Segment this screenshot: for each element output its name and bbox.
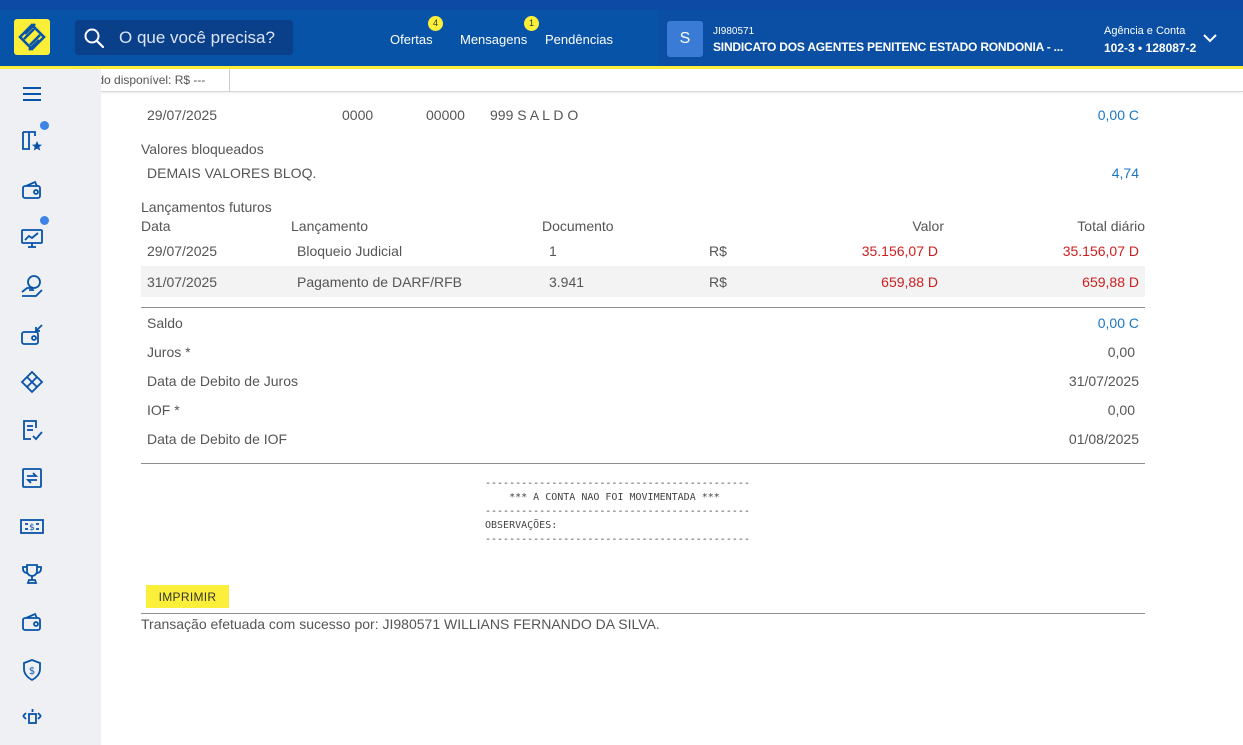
- user-name: SINDICATO DOS AGENTES PENITENC ESTADO RO…: [713, 40, 1064, 54]
- svg-text:$: $: [29, 666, 35, 677]
- avatar[interactable]: S: [667, 21, 703, 57]
- pix-icon[interactable]: [19, 369, 45, 395]
- summary-juros-label: Juros *: [147, 344, 191, 360]
- bb-logo[interactable]: [14, 19, 50, 55]
- row-date: 29/07/2025: [147, 243, 218, 259]
- transfer-icon[interactable]: [19, 465, 45, 491]
- search-box[interactable]: [75, 20, 293, 55]
- wallet-receive-icon[interactable]: [19, 322, 45, 348]
- divider: [141, 463, 1145, 464]
- nav-pendencias[interactable]: Pendências: [545, 32, 613, 47]
- loans-icon[interactable]: [19, 273, 45, 299]
- nav-mensagens[interactable]: Mensagens: [460, 32, 527, 47]
- investments-icon[interactable]: [19, 225, 45, 251]
- row-daily-total: 35.156,07 D: [1062, 243, 1139, 259]
- divider: [141, 613, 1145, 614]
- notes-dashes: ----------------------------------------…: [485, 534, 750, 545]
- user-account-box[interactable]: S JI980571 SINDICATO DOS AGENTES PENITEN…: [658, 10, 1243, 66]
- summary-iof-label: IOF *: [147, 402, 180, 418]
- summary-saldo-value: 0,00 C: [1097, 315, 1139, 331]
- saldo-code-2: 00000: [426, 107, 465, 123]
- summary-saldo-label: Saldo: [147, 315, 183, 331]
- col-header-lancamento: Lançamento: [291, 218, 369, 234]
- saldo-value: 0,00 C: [1097, 107, 1139, 123]
- balance-strip: Saldo disponível: R$ ---: [70, 69, 1243, 92]
- col-header-valor: Valor: [912, 218, 944, 234]
- user-id: JI980571: [713, 26, 755, 37]
- saldo-description: 999 S A L D O: [490, 107, 579, 123]
- notes-dashes: ----------------------------------------…: [485, 506, 750, 517]
- success-message: Transação efetuada com sucesso por: JI98…: [141, 616, 660, 632]
- row-date: 31/07/2025: [147, 274, 218, 290]
- saldo-code-1: 0000: [342, 107, 374, 123]
- saldo-date: 29/07/2025: [147, 107, 218, 123]
- summary-juros-value: 0,00: [1107, 344, 1135, 360]
- shield-icon[interactable]: $: [19, 657, 45, 683]
- chevron-down-icon[interactable]: [1202, 30, 1218, 46]
- notes-no-movement: *** A CONTA NAO FOI MOVIMENTADA ***: [485, 492, 720, 503]
- bb-logo-icon: [18, 23, 46, 51]
- summary-iof-date-label: Data de Debito de IOF: [147, 431, 288, 447]
- nav-ofertas[interactable]: Ofertas: [390, 32, 433, 47]
- ofertas-badge: 4: [428, 16, 443, 31]
- more-icon[interactable]: [19, 705, 45, 731]
- account-label: Agência e Conta: [1104, 25, 1186, 37]
- blocked-label: DEMAIS VALORES BLOQ.: [147, 165, 317, 181]
- document-check-icon[interactable]: [19, 417, 45, 443]
- menu-icon[interactable]: [19, 81, 45, 107]
- app-header: Ofertas 4 Mensagens 1 Pendências S JI980…: [0, 10, 1243, 66]
- investments-notification-dot: [40, 216, 49, 225]
- row-currency: R$: [709, 274, 727, 290]
- col-header-total: Total diário: [1077, 218, 1145, 234]
- notes-dashes: ----------------------------------------…: [485, 478, 750, 489]
- mensagens-badge: 1: [524, 16, 539, 31]
- summary-iof-value: 0,00: [1107, 402, 1135, 418]
- blocked-value: 4,74: [1111, 165, 1139, 181]
- favorites-icon[interactable]: [19, 128, 45, 154]
- svg-text:$: $: [29, 523, 35, 533]
- search-icon[interactable]: [83, 27, 105, 49]
- summary-juros-date-label: Data de Debito de Juros: [147, 373, 298, 389]
- search-input[interactable]: [119, 20, 289, 55]
- row-description: Bloqueio Judicial: [297, 243, 403, 259]
- row-document: 3.941: [549, 274, 585, 290]
- trophy-icon[interactable]: [19, 561, 45, 587]
- future-section-title: Lançamentos futuros: [141, 199, 272, 215]
- account-number: 102-3 • 128087-2: [1104, 41, 1197, 55]
- row-currency: R$: [709, 243, 727, 259]
- row-value: 659,88 D: [881, 274, 938, 290]
- cash-icon[interactable]: $: [19, 513, 45, 539]
- favorites-notification-dot: [40, 121, 49, 130]
- top-strip: [0, 0, 1243, 10]
- summary-iof-date-value: 01/08/2025: [1068, 431, 1139, 447]
- notes-observacoes: OBSERVAÇÕES:: [485, 520, 558, 531]
- row-background: [141, 266, 1145, 297]
- row-document: 1: [549, 243, 557, 259]
- divider: [141, 307, 1145, 308]
- sidebar: $ $: [0, 69, 101, 745]
- wallet-icon-2[interactable]: [19, 609, 45, 635]
- print-button[interactable]: IMPRIMIR: [146, 585, 229, 608]
- col-header-data: Data: [141, 218, 171, 234]
- col-header-documento: Documento: [542, 218, 614, 234]
- summary-juros-date-value: 31/07/2025: [1068, 373, 1139, 389]
- row-value: 35.156,07 D: [861, 243, 938, 259]
- row-description: Pagamento de DARF/RFB: [297, 274, 462, 290]
- blocked-section-title: Valores bloqueados: [141, 141, 264, 157]
- wallet-icon[interactable]: [19, 177, 45, 203]
- row-daily-total: 659,88 D: [1082, 274, 1139, 290]
- statement-content: 29/07/2025 0000 00000 999 S A L D O 0,00…: [101, 92, 1243, 745]
